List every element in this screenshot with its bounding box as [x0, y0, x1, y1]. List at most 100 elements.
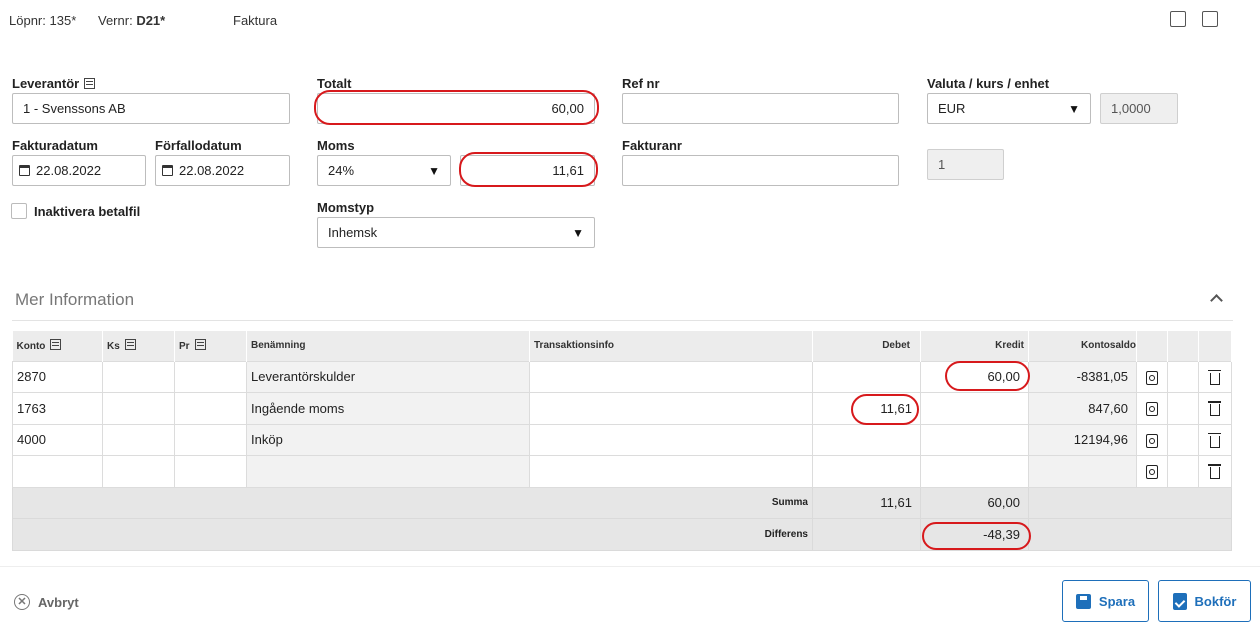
trash-icon[interactable] — [1208, 369, 1221, 385]
enhet-value: 1 — [938, 157, 946, 172]
table-header: Konto Ks Pr Benämning Transaktionsinfo D… — [12, 331, 1232, 361]
pr-cell[interactable] — [174, 360, 247, 393]
col-ks[interactable]: Ks — [102, 331, 175, 361]
refnr-field[interactable] — [622, 93, 899, 124]
view-cell[interactable] — [1136, 392, 1168, 425]
pr-cell[interactable] — [174, 392, 247, 425]
list-icon[interactable] — [50, 339, 62, 351]
benamning-cell: Inköp — [246, 423, 530, 456]
vernr-value: D21* — [136, 13, 166, 28]
section-title: Mer Information — [15, 290, 135, 309]
floppy-disk-icon — [1075, 593, 1091, 609]
info-cell[interactable] — [529, 455, 813, 488]
lopnr-label: Löpnr: — [9, 13, 46, 28]
delete-cell[interactable] — [1198, 455, 1232, 488]
trash-icon[interactable] — [1208, 432, 1221, 448]
ks-cell[interactable] — [102, 423, 175, 456]
calendar-swap-icon[interactable] — [1170, 11, 1186, 27]
col-actions-2 — [1167, 331, 1199, 361]
fakturanr-label: Fakturanr — [622, 138, 682, 153]
delete-cell[interactable] — [1198, 423, 1232, 456]
momstyp-label: Momstyp — [317, 200, 375, 215]
delete-cell[interactable] — [1198, 360, 1232, 393]
debet-cell[interactable] — [812, 455, 921, 488]
moms-amount-value: 11,61 — [552, 163, 584, 178]
momstyp-select[interactable]: Inhemsk ▼ — [317, 217, 595, 248]
fakturadatum-field[interactable]: 22.08.2022 — [12, 155, 146, 186]
moms-select[interactable]: 24% ▼ — [317, 155, 451, 186]
kredit-cell[interactable]: 60,00 — [920, 360, 1029, 393]
kredit-cell[interactable] — [920, 455, 1029, 488]
search-document-icon[interactable] — [1146, 370, 1158, 385]
col-pr[interactable]: Pr — [174, 331, 247, 361]
book-label: Bokför — [1194, 593, 1237, 609]
view-cell[interactable] — [1136, 423, 1168, 456]
summa-label: Summa — [12, 486, 813, 519]
cancel-button[interactable]: ✕ Avbryt — [14, 594, 79, 610]
list-icon[interactable] — [84, 78, 96, 89]
leverantor-label: Leverantör — [12, 76, 96, 91]
konto-cell[interactable] — [12, 455, 103, 488]
vernr: Vernr: D21* — [98, 13, 165, 28]
delete-cell[interactable] — [1198, 392, 1232, 425]
pr-cell[interactable] — [174, 423, 247, 456]
table-row: 4000 Inköp 12194,96 — [12, 423, 1232, 456]
cancel-label: Avbryt — [38, 594, 79, 610]
search-document-icon[interactable] — [1146, 465, 1158, 480]
moms-amount-field[interactable]: 11,61 — [460, 155, 595, 186]
kredit-cell[interactable] — [920, 423, 1029, 456]
trash-icon[interactable] — [1208, 401, 1221, 417]
inaktivera-checkbox[interactable] — [11, 203, 27, 219]
valuta-label: Valuta / kurs / enhet — [927, 76, 1050, 91]
col-pr-label: Pr — [179, 341, 190, 353]
saldo-cell: -8381,05 — [1028, 360, 1137, 393]
debet-cell[interactable] — [812, 360, 921, 393]
kredit-cell[interactable] — [920, 392, 1029, 425]
pr-cell[interactable] — [174, 455, 247, 488]
image-icon[interactable] — [1202, 11, 1218, 27]
search-document-icon[interactable] — [1146, 402, 1158, 417]
inaktivera-label: Inaktivera betalfil — [34, 204, 141, 219]
leverantor-field[interactable]: 1 - Svenssons AB — [12, 93, 290, 124]
view-cell[interactable] — [1136, 455, 1168, 488]
col-actions-1 — [1136, 331, 1168, 361]
konto-cell[interactable]: 2870 — [12, 360, 103, 393]
info-cell[interactable] — [529, 423, 813, 456]
empty-cell — [1167, 455, 1199, 488]
forfallodatum-value: 22.08.2022 — [179, 163, 245, 178]
col-kredit: Kredit — [920, 331, 1029, 361]
ks-cell[interactable] — [102, 455, 175, 488]
totalt-field[interactable]: 60,00 — [317, 93, 595, 124]
chevron-up-icon[interactable] — [1210, 294, 1223, 307]
forfallodatum-field[interactable]: 22.08.2022 — [155, 155, 290, 186]
view-cell[interactable] — [1136, 360, 1168, 393]
info-cell[interactable] — [529, 360, 813, 393]
fakturanr-field[interactable] — [622, 155, 899, 186]
table-row: 1763 Ingående moms 11,61 847,60 — [12, 392, 1232, 425]
clipboard-check-icon — [1172, 592, 1187, 610]
book-button[interactable]: Bokför — [1158, 580, 1251, 622]
valuta-select[interactable]: EUR ▼ — [927, 93, 1091, 124]
ks-cell[interactable] — [102, 392, 175, 425]
list-icon[interactable] — [194, 339, 206, 351]
konto-cell[interactable]: 1763 — [12, 392, 103, 425]
lopnr-value: 135* — [49, 13, 77, 28]
konto-cell[interactable]: 4000 — [12, 423, 103, 456]
list-icon[interactable] — [124, 339, 136, 351]
debet-cell[interactable]: 11,61 — [812, 392, 921, 425]
enhet-field: 1 — [927, 149, 1004, 180]
col-ks-label: Ks — [107, 341, 120, 353]
trash-icon[interactable] — [1208, 464, 1221, 480]
info-cell[interactable] — [529, 392, 813, 425]
col-konto[interactable]: Konto — [12, 331, 103, 361]
debet-cell[interactable] — [812, 423, 921, 456]
ks-cell[interactable] — [102, 360, 175, 393]
save-button[interactable]: Spara — [1062, 580, 1149, 622]
col-benamning: Benämning — [246, 331, 530, 361]
empty-cell — [1167, 360, 1199, 393]
top-bar: Löpnr: 135* Vernr: D21* Faktura — [0, 0, 1260, 40]
leverantor-value: 1 - Svenssons AB — [23, 101, 126, 116]
search-document-icon[interactable] — [1146, 433, 1158, 448]
summa-empty — [1028, 486, 1232, 519]
fakturadatum-label: Fakturadatum — [12, 138, 98, 153]
